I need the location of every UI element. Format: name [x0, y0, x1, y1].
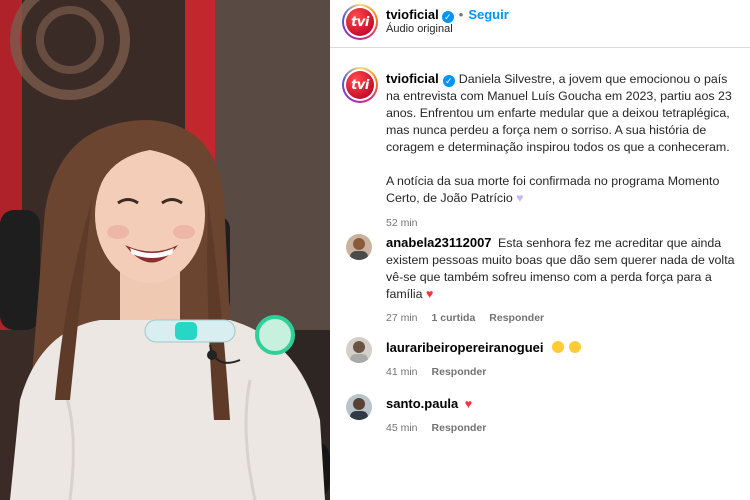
red-heart-icon: ♥: [464, 397, 473, 411]
comment-1-username[interactable]: anabela23112007: [386, 235, 492, 250]
tvi-logo-icon: tvi: [346, 8, 374, 36]
comment-avatar[interactable]: [346, 234, 372, 260]
caption-time[interactable]: 52 min: [386, 217, 742, 229]
caption-username[interactable]: tvioficial: [386, 71, 439, 86]
caption-avatar[interactable]: tvi: [342, 67, 378, 103]
comment-3-body: santo.paula ♥: [386, 395, 742, 413]
post-header: tvi tvioficial ✓ • Seguir Áudio original: [330, 0, 750, 48]
comment-item-1: anabela23112007 Esta senhora fez me acre…: [386, 234, 742, 324]
flushed-face-icon: [569, 341, 582, 353]
comment-2-time[interactable]: 41 min: [386, 366, 418, 378]
red-heart-icon: ♥: [425, 287, 434, 301]
comment-3-meta: 45 min Responder: [386, 422, 742, 434]
post-photo: [0, 0, 330, 500]
comment-2-body: lauraribeiropereiranoguei: [386, 339, 742, 357]
comment-avatar[interactable]: [346, 337, 372, 363]
comment-1-reply-button[interactable]: Responder: [489, 312, 544, 324]
caption-paragraph-2: A notícia da sua morte foi confirmada no…: [386, 173, 742, 207]
comment-1-body: anabela23112007 Esta senhora fez me acre…: [386, 234, 742, 303]
comment-1-meta: 27 min 1 curtida Responder: [386, 312, 742, 324]
audio-label[interactable]: Áudio original: [386, 23, 453, 35]
comment-3-reply-button[interactable]: Responder: [432, 422, 487, 434]
comment-1-likes[interactable]: 1 curtida: [432, 312, 476, 324]
tvi-logo-icon: tvi: [346, 71, 374, 99]
avatar-logo-text: tvi: [351, 77, 369, 93]
comment-3-time[interactable]: 45 min: [386, 422, 418, 434]
comment-2-username[interactable]: lauraribeiropereiranoguei: [386, 340, 544, 355]
caption-text-2: A notícia da sua morte foi confirmada no…: [386, 174, 720, 205]
comment-item-3: santo.paula ♥ 45 min Responder: [386, 395, 742, 434]
post-side-panel: tvi tvioficial ✓ • Seguir Áudio original tv…: [330, 0, 750, 500]
comment-avatar[interactable]: [346, 394, 372, 420]
separator-dot: •: [458, 7, 464, 22]
surprised-face-icon: [551, 341, 564, 353]
caption: tvioficial ✓ Daniela Silvestre, a jovem qu…: [386, 70, 742, 229]
comment-item-2: lauraribeiropereiranoguei 41 min Responde…: [386, 339, 742, 378]
verified-badge-icon: ✓: [441, 11, 454, 23]
avatar-logo-text: tvi: [351, 14, 369, 30]
comment-2-meta: 41 min Responder: [386, 366, 742, 378]
account-avatar[interactable]: tvi: [342, 4, 378, 40]
follow-button[interactable]: Seguir: [468, 7, 508, 22]
post-image: [0, 0, 330, 500]
purple-heart-icon: ♥: [516, 191, 524, 205]
verified-badge-icon: ✓: [442, 75, 455, 87]
caption-paragraph-1: tvioficial ✓ Daniela Silvestre, a jovem qu…: [386, 70, 742, 156]
comment-3-username[interactable]: santo.paula: [386, 396, 458, 411]
comment-1-time[interactable]: 27 min: [386, 312, 418, 324]
comment-2-reply-button[interactable]: Responder: [432, 366, 487, 378]
header-username[interactable]: tvioficial: [386, 7, 439, 22]
